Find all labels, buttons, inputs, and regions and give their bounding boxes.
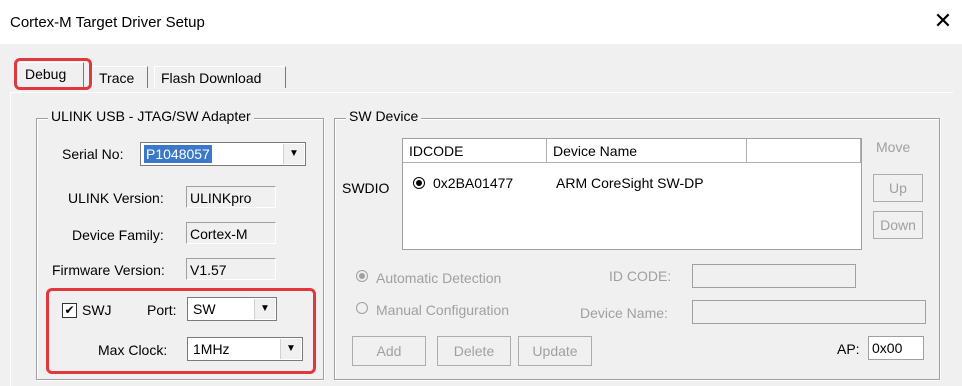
ap-input[interactable]: 0x00 — [868, 336, 924, 360]
serial-label: Serial No: — [62, 146, 124, 162]
manual-config-label: Manual Configuration — [376, 302, 510, 318]
serial-value: P1048057 — [144, 145, 212, 163]
row-idcode: 0x2BA01477 — [433, 175, 514, 191]
port-label: Port: — [147, 302, 177, 318]
device-name-field-label: Device Name: — [580, 305, 668, 321]
tab-flash-download[interactable]: Flash Download — [154, 66, 286, 88]
chevron-down-icon[interactable]: ▼ — [254, 299, 275, 319]
window-title: Cortex-M Target Driver Setup — [10, 14, 205, 31]
clock-value: 1MHz — [193, 341, 230, 357]
idcode-input[interactable] — [692, 264, 856, 288]
swj-checkbox[interactable]: ✔ — [62, 303, 77, 318]
column-header-idcode[interactable]: IDCODE — [403, 139, 547, 163]
ap-label: AP: — [837, 341, 860, 357]
firmware-value: V1.57 — [186, 258, 276, 280]
sw-device-legend: SW Device — [346, 108, 422, 124]
delete-button[interactable]: Delete — [437, 336, 511, 366]
port-value: SW — [193, 301, 216, 317]
serial-select[interactable]: P1048057 ▼ — [140, 142, 306, 166]
version-value: ULINKpro — [186, 186, 276, 208]
clock-select[interactable]: 1MHz ▼ — [187, 337, 303, 361]
column-header-device-name[interactable]: Device Name — [547, 139, 747, 163]
close-icon[interactable]: ✕ — [930, 8, 956, 34]
tab-trace[interactable]: Trace — [92, 66, 148, 88]
idcode-field-label: ID CODE: — [609, 268, 672, 284]
up-button[interactable]: Up — [873, 174, 923, 202]
family-label: Device Family: — [72, 227, 164, 243]
chevron-down-icon[interactable]: ▼ — [283, 144, 304, 164]
auto-detect-label: Automatic Detection — [376, 270, 502, 286]
port-select[interactable]: SW ▼ — [187, 297, 277, 321]
swdio-label: SWDIO — [342, 180, 390, 196]
clock-label: Max Clock: — [98, 342, 168, 358]
row-device-name: ARM CoreSight SW-DP — [556, 175, 704, 191]
firmware-label: Firmware Version: — [52, 262, 165, 278]
family-value: Cortex-M — [186, 222, 276, 244]
auto-detect-radio[interactable] — [356, 270, 368, 282]
update-button[interactable]: Update — [518, 336, 592, 366]
adapter-group-legend: ULINK USB - JTAG/SW Adapter — [48, 108, 254, 124]
swj-label: SWJ — [82, 302, 112, 318]
down-button[interactable]: Down — [873, 211, 923, 239]
debug-tab-highlight — [14, 58, 92, 90]
manual-config-radio[interactable] — [356, 302, 368, 314]
column-header-empty — [747, 139, 861, 163]
version-label: ULINK Version: — [68, 190, 164, 206]
selected-radio-icon[interactable] — [413, 177, 425, 189]
device-name-input[interactable] — [692, 300, 926, 324]
add-button[interactable]: Add — [352, 336, 426, 366]
move-label: Move — [876, 139, 911, 155]
chevron-down-icon[interactable]: ▼ — [280, 339, 301, 359]
